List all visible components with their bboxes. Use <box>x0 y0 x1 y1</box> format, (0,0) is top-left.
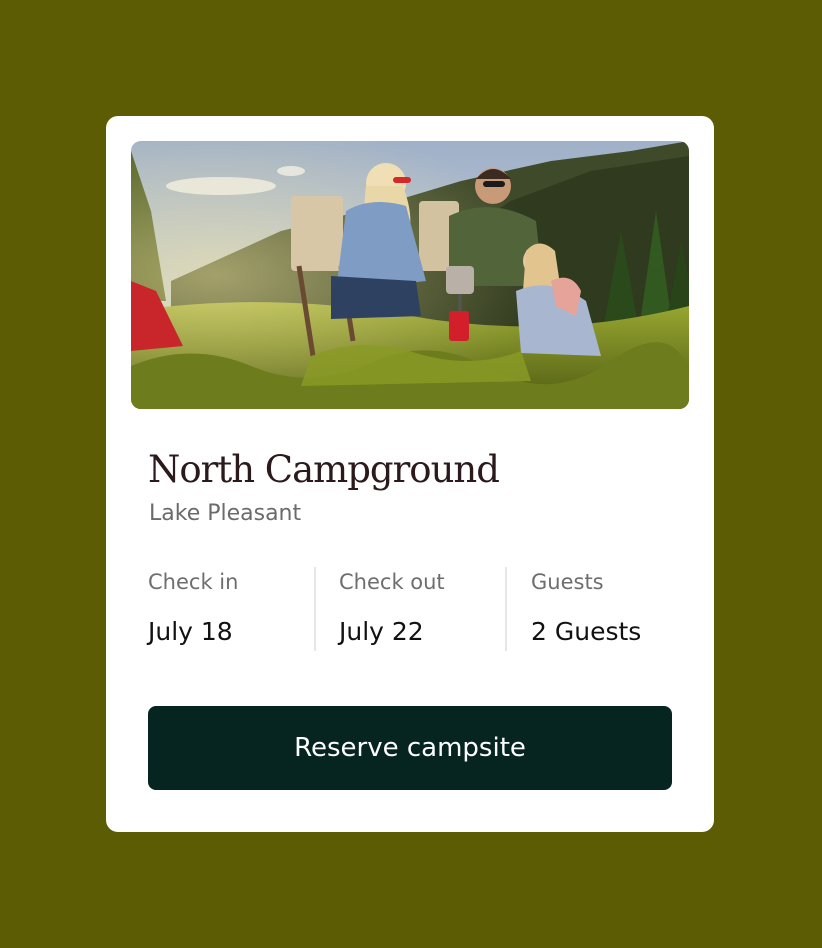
guests-field[interactable]: Guests 2 Guests <box>531 567 672 651</box>
campsite-title: North Campground <box>148 448 500 491</box>
check-out-field[interactable]: Check out July 22 <box>339 567 505 651</box>
check-in-value: July 18 <box>148 617 233 646</box>
guests-value: 2 Guests <box>531 617 642 646</box>
campsite-photo <box>131 141 689 409</box>
details-divider <box>314 567 316 651</box>
family-camping-image <box>131 141 689 409</box>
details-divider <box>505 567 507 651</box>
check-out-label: Check out <box>339 570 445 594</box>
reserve-campsite-button[interactable]: Reserve campsite <box>148 706 672 790</box>
guests-label: Guests <box>531 570 604 594</box>
check-in-label: Check in <box>148 570 239 594</box>
check-out-value: July 22 <box>339 617 424 646</box>
campsite-location: Lake Pleasant <box>149 501 302 526</box>
campsite-card: North Campground Lake Pleasant Check in … <box>106 116 714 832</box>
check-in-field[interactable]: Check in July 18 <box>148 567 314 651</box>
booking-details: Check in July 18 Check out July 22 Guest… <box>148 567 672 651</box>
